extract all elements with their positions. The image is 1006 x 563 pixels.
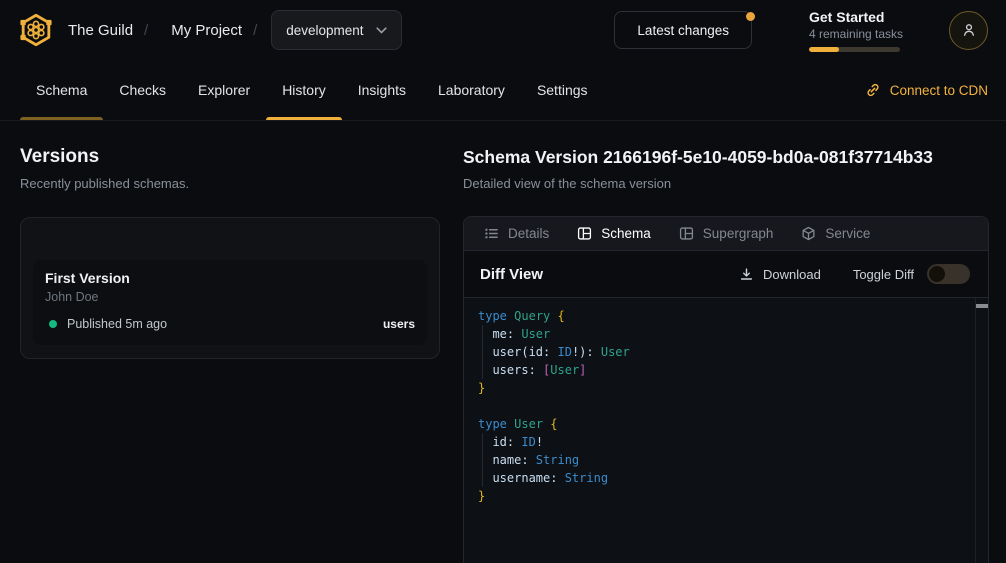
main-content: Versions Recently published schemas. Fir… bbox=[0, 121, 1006, 563]
breadcrumb-separator: / bbox=[144, 22, 148, 39]
diff-toolbar: Diff View Download Toggle Diff bbox=[464, 251, 988, 298]
get-started-widget[interactable]: Get Started 4 remaining tasks bbox=[809, 9, 900, 52]
breadcrumb-separator: / bbox=[253, 22, 257, 39]
columns-icon bbox=[679, 226, 694, 241]
detail-tab-details[interactable]: Details bbox=[484, 226, 549, 241]
get-started-subtitle: 4 remaining tasks bbox=[809, 27, 900, 41]
code-line: } bbox=[478, 379, 962, 397]
version-name: First Version bbox=[45, 270, 415, 286]
detail-tab-schema[interactable]: Schema bbox=[577, 226, 651, 241]
schema-detail-card: Details Schema Supergraph Service Diff View… bbox=[463, 216, 989, 563]
target-selector-value: development bbox=[286, 23, 363, 38]
code-line: name: String bbox=[478, 451, 962, 469]
notification-dot bbox=[746, 12, 755, 21]
versions-title: Versions bbox=[20, 146, 440, 168]
schema-code-viewer[interactable]: type Query { me: User user(id: ID!): Use… bbox=[464, 298, 988, 563]
download-label: Download bbox=[763, 267, 821, 282]
code-line bbox=[478, 397, 962, 415]
hive-logo-icon[interactable] bbox=[16, 10, 56, 50]
tab-explorer[interactable]: Explorer bbox=[182, 60, 266, 120]
download-button[interactable]: Download bbox=[739, 267, 821, 282]
code-scrollbar[interactable] bbox=[975, 298, 988, 563]
get-started-title: Get Started bbox=[809, 9, 900, 26]
version-meta-row: Published 5m ago users bbox=[45, 317, 415, 331]
columns-icon bbox=[577, 226, 592, 241]
toggle-diff-label: Toggle Diff bbox=[853, 267, 914, 282]
schema-version-subtitle: Detailed view of the schema version bbox=[463, 176, 989, 191]
tab-active-indicator bbox=[266, 117, 342, 120]
latest-changes-button[interactable]: Latest changes bbox=[614, 11, 752, 49]
detail-tabstrip: Details Schema Supergraph Service bbox=[464, 217, 988, 251]
published-status-dot bbox=[49, 320, 57, 328]
tab-active-indicator bbox=[20, 117, 103, 120]
user-avatar[interactable] bbox=[949, 11, 988, 50]
tab-schema[interactable]: Schema bbox=[20, 60, 103, 120]
connect-to-cdn-label: Connect to CDN bbox=[890, 83, 988, 98]
target-selector-dropdown[interactable]: development bbox=[271, 10, 401, 50]
code-line: me: User bbox=[478, 325, 962, 343]
code-line: type Query { bbox=[478, 307, 962, 325]
detail-tab-service[interactable]: Service bbox=[801, 226, 870, 241]
graphql-sdl-code: type Query { me: User user(id: ID!): Use… bbox=[464, 298, 988, 514]
schema-version-title: Schema Version 2166196f-5e10-4059-bd0a-0… bbox=[463, 146, 989, 168]
breadcrumb-org[interactable]: The Guild bbox=[68, 22, 133, 39]
code-scrollbar-thumb[interactable] bbox=[976, 304, 988, 308]
tab-settings[interactable]: Settings bbox=[521, 60, 604, 120]
detail-tab-label: Supergraph bbox=[703, 226, 774, 241]
diff-view-title: Diff View bbox=[480, 266, 543, 283]
connect-to-cdn-button[interactable]: Connect to CDN bbox=[865, 82, 988, 98]
code-line: user(id: ID!): User bbox=[478, 343, 962, 361]
version-status: Published 5m ago bbox=[67, 317, 167, 331]
user-icon bbox=[960, 21, 978, 39]
toggle-diff-switch[interactable] bbox=[927, 264, 970, 284]
indent-guide bbox=[482, 325, 483, 379]
breadcrumb-project[interactable]: My Project bbox=[171, 22, 242, 39]
tab-history[interactable]: History bbox=[266, 60, 342, 120]
detail-tab-label: Schema bbox=[601, 226, 651, 241]
tab-laboratory[interactable]: Laboratory bbox=[422, 60, 521, 120]
schema-version-panel: Schema Version 2166196f-5e10-4059-bd0a-0… bbox=[463, 146, 989, 563]
version-card[interactable]: First Version John Doe Published 5m ago use… bbox=[33, 260, 427, 345]
get-started-progress-fill bbox=[809, 47, 839, 52]
app-header: The Guild / My Project / development Lat… bbox=[0, 0, 1006, 60]
version-author: John Doe bbox=[45, 290, 415, 304]
versions-list: First Version John Doe Published 5m ago use… bbox=[33, 260, 427, 345]
code-line: users: [User] bbox=[478, 361, 962, 379]
detail-tab-supergraph[interactable]: Supergraph bbox=[679, 226, 774, 241]
detail-tab-label: Details bbox=[508, 226, 549, 241]
switch-knob bbox=[929, 266, 945, 282]
download-icon bbox=[739, 267, 754, 282]
primary-navbar: SchemaChecksExplorerHistoryInsightsLabor… bbox=[0, 60, 1006, 121]
code-line: type User { bbox=[478, 415, 962, 433]
code-line: } bbox=[478, 487, 962, 505]
version-service-badge: users bbox=[383, 317, 415, 331]
indent-guide bbox=[482, 433, 483, 487]
code-line: username: String bbox=[478, 469, 962, 487]
chevron-down-icon bbox=[376, 27, 387, 34]
detail-tab-label: Service bbox=[825, 226, 870, 241]
primary-nav-tabs: SchemaChecksExplorerHistoryInsightsLabor… bbox=[20, 60, 604, 120]
list-icon bbox=[484, 226, 499, 241]
versions-panel: Versions Recently published schemas. Fir… bbox=[20, 146, 440, 563]
tab-insights[interactable]: Insights bbox=[342, 60, 422, 120]
link-icon bbox=[865, 82, 881, 98]
versions-subtitle: Recently published schemas. bbox=[20, 176, 440, 191]
get-started-progress-bar bbox=[809, 47, 900, 52]
code-line: id: ID! bbox=[478, 433, 962, 451]
versions-list-card: First Version John Doe Published 5m ago use… bbox=[20, 217, 440, 359]
tab-checks[interactable]: Checks bbox=[103, 60, 182, 120]
cube-icon bbox=[801, 226, 816, 241]
